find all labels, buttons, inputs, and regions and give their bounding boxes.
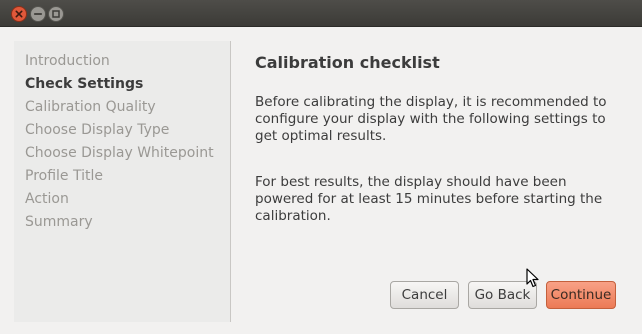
checklist-description: Before calibrating the display, it is re… — [255, 94, 607, 144]
mouse-pointer-icon — [526, 268, 540, 288]
close-icon[interactable] — [11, 6, 27, 22]
calibration-window: Introduction Check Settings Calibration … — [0, 0, 642, 334]
step-check-settings: Check Settings — [25, 76, 144, 92]
step-choose-display-whitepoint: Choose Display Whitepoint — [25, 145, 214, 161]
cancel-button[interactable]: Cancel — [390, 281, 459, 309]
title-bar[interactable] — [0, 0, 642, 27]
continue-button[interactable]: Continue — [546, 281, 616, 309]
steps-sidebar: Introduction Check Settings Calibration … — [14, 41, 231, 322]
page-title: Calibration checklist — [255, 53, 440, 72]
step-action: Action — [25, 191, 69, 207]
step-choose-display-type: Choose Display Type — [25, 122, 170, 138]
step-summary: Summary — [25, 214, 93, 230]
warmup-note: For best results, the display should hav… — [255, 174, 603, 224]
step-introduction: Introduction — [25, 53, 110, 69]
minimize-icon[interactable] — [30, 6, 46, 22]
step-profile-title: Profile Title — [25, 168, 103, 184]
step-calibration-quality: Calibration Quality — [25, 99, 156, 115]
maximize-icon[interactable] — [48, 6, 64, 22]
